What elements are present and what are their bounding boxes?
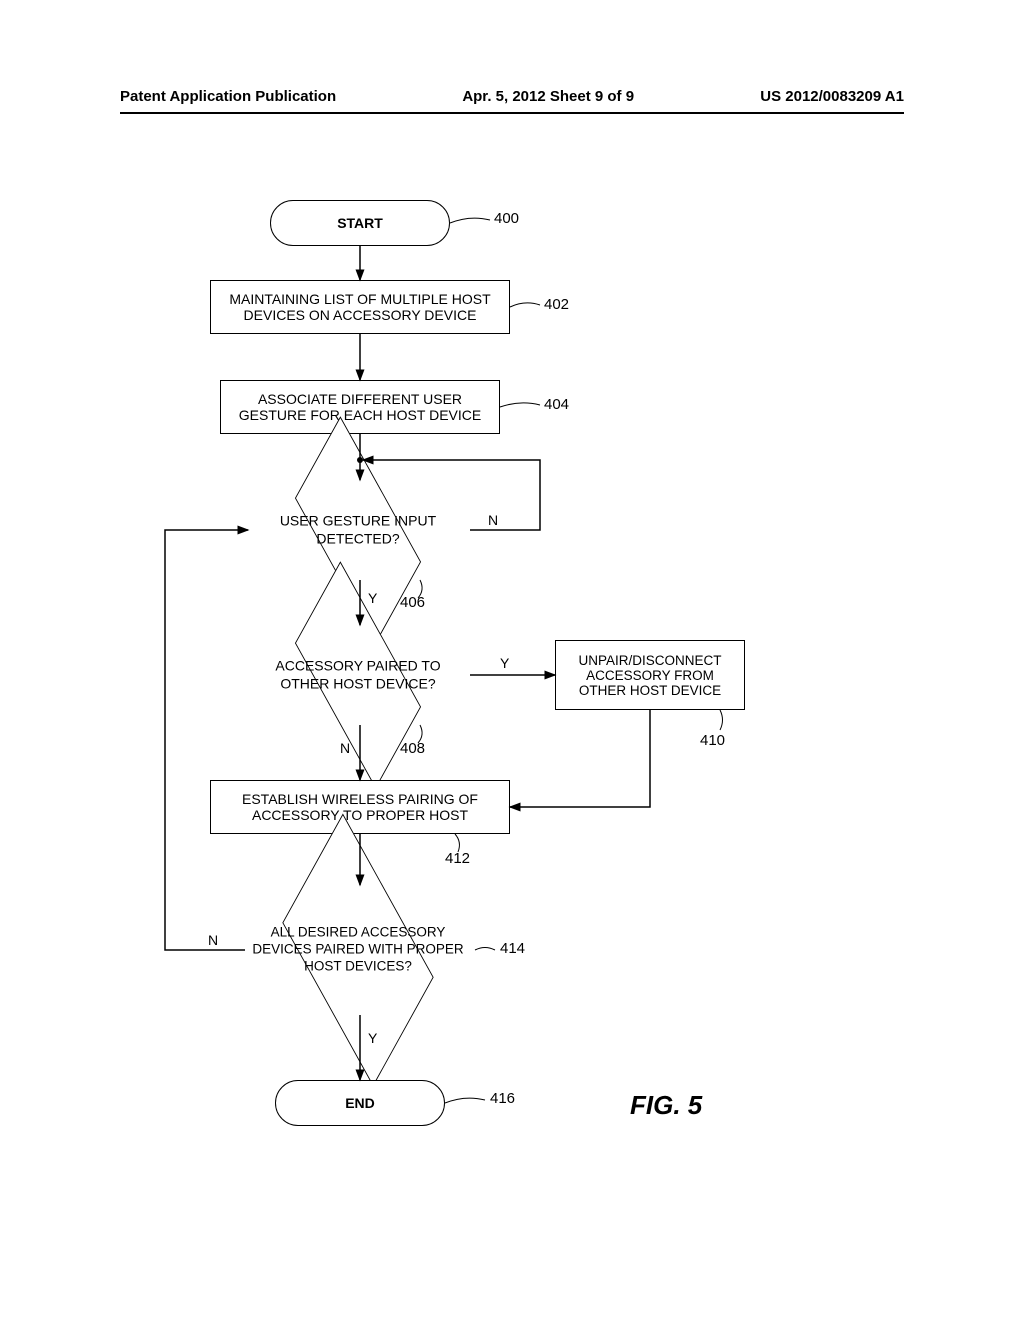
dec3-yes: Y — [368, 1030, 377, 1046]
ref-416: 416 — [490, 1090, 515, 1107]
ref-402: 402 — [544, 296, 569, 313]
dec2-no: N — [340, 740, 350, 756]
ref-412: 412 — [445, 850, 470, 867]
dec3-no: N — [208, 932, 218, 948]
pub-number: US 2012/0083209 A1 — [760, 88, 904, 105]
figure-caption: FIG. 5 — [630, 1090, 702, 1121]
pub-type: Patent Application Publication — [120, 88, 336, 105]
dec2-yes: Y — [500, 655, 509, 671]
page-date: Apr. 5, 2012 Sheet 9 of 9 — [462, 88, 634, 105]
ref-404: 404 — [544, 396, 569, 413]
flowchart: START MAINTAINING LIST OF MULTIPLE HOST … — [0, 180, 1024, 1180]
ref-400: 400 — [494, 210, 519, 227]
dec1-no: N — [488, 512, 498, 528]
dec1-yes: Y — [368, 590, 377, 606]
ref-408: 408 — [400, 740, 425, 757]
ref-406: 406 — [400, 594, 425, 611]
flow-arrows — [0, 180, 1024, 1160]
ref-410: 410 — [700, 732, 725, 749]
ref-414: 414 — [500, 940, 525, 957]
header-rule — [120, 112, 904, 114]
